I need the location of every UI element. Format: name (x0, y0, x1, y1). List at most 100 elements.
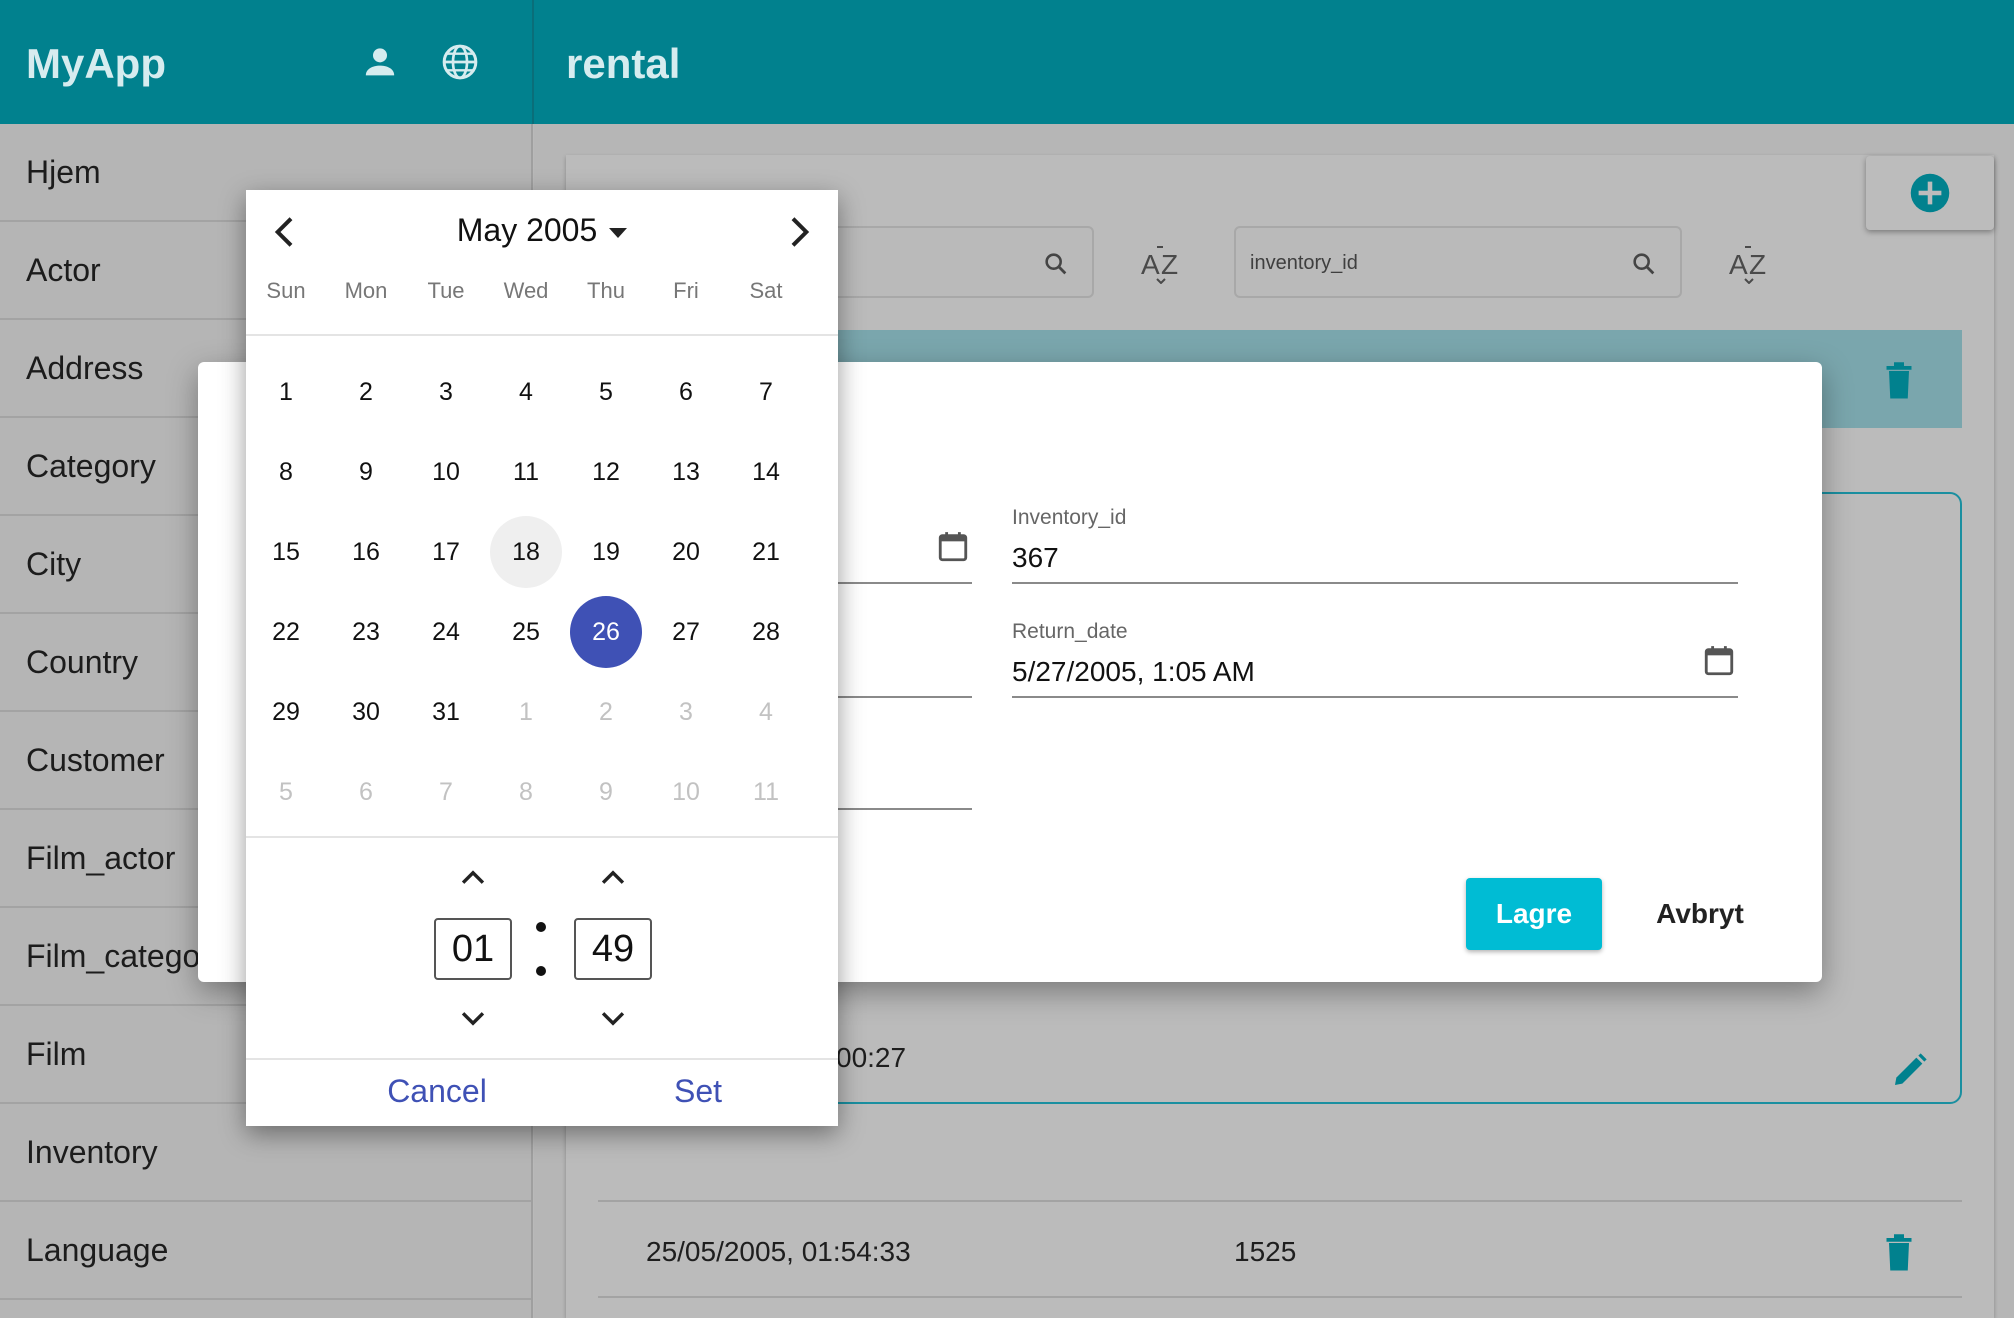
calendar-day[interactable]: 16 (330, 516, 402, 588)
calendar-day-outside: 11 (753, 777, 779, 806)
inventory-id-label: Inventory_id (1012, 506, 1127, 529)
calendar-icon[interactable] (936, 530, 970, 564)
calendar-day[interactable]: 5 (570, 356, 642, 428)
calendar-day-outside: 6 (359, 777, 373, 806)
save-button[interactable]: Lagre (1466, 878, 1602, 950)
trash-icon[interactable] (1884, 362, 1914, 400)
weekday-thu: Thu (587, 278, 625, 303)
picker-divider (246, 334, 838, 336)
calendar-day[interactable]: 21 (730, 516, 802, 588)
calendar-day[interactable]: 4 (490, 356, 562, 428)
calendar-day[interactable]: 6 (650, 356, 722, 428)
calendar-day[interactable]: 18 (490, 516, 562, 588)
calendar-day[interactable]: 20 (650, 516, 722, 588)
chevron-down-icon[interactable] (596, 1002, 630, 1036)
calendar-day[interactable]: 29 (250, 676, 322, 748)
add-button[interactable] (1866, 156, 1994, 230)
row-divider (598, 1296, 1962, 1298)
calendar-day[interactable]: 31 (410, 676, 482, 748)
month-year-selector[interactable]: May 2005 (246, 212, 838, 249)
calendar-day[interactable]: 17 (410, 516, 482, 588)
person-icon[interactable] (360, 42, 400, 82)
field-underline (1012, 582, 1738, 584)
add-circle-icon (1910, 173, 1950, 213)
calendar-day[interactable]: 28 (730, 596, 802, 668)
calendar-day[interactable]: 3 (410, 356, 482, 428)
sidebar-item-language[interactable]: Language (0, 1202, 531, 1300)
calendar-day[interactable]: 12 (570, 436, 642, 508)
sort-az-icon[interactable]: A Z (1728, 244, 1774, 284)
calendar-day-outside: 7 (439, 777, 453, 806)
search-input-inventory[interactable]: inventory_id (1234, 226, 1682, 298)
sort-az-icon[interactable]: A Z (1140, 244, 1186, 284)
page-title: rental (566, 40, 681, 87)
inventory-id-field[interactable]: Inventory_id 367 (1012, 506, 1740, 586)
calendar-day[interactable]: 1 (250, 356, 322, 428)
return-date-label: Return_date (1012, 620, 1128, 643)
svg-text:Z: Z (1749, 249, 1766, 280)
calendar-day-outside: 3 (679, 697, 693, 726)
calendar-day[interactable]: 27 (650, 596, 722, 668)
chevron-right-icon[interactable] (778, 212, 818, 252)
date-picker: May 2005 Sun Mon Tue Wed Thu Fri Sat 123… (246, 190, 838, 1126)
time-colon (536, 922, 546, 932)
chevron-down-icon[interactable] (456, 1002, 490, 1036)
weekday-wed: Wed (503, 278, 549, 303)
weekday-sun: Sun (266, 278, 306, 303)
picker-cancel-button[interactable]: Cancel (306, 1062, 568, 1120)
hour-input[interactable]: 01 (434, 918, 512, 980)
calendar-day[interactable]: 7 (730, 356, 802, 428)
chevron-up-icon[interactable] (596, 860, 630, 894)
detail-time-text: 00:27 (836, 1042, 907, 1073)
trash-icon[interactable] (1884, 1234, 1914, 1272)
field-underline (1012, 696, 1738, 698)
search-icon (1045, 253, 1067, 275)
time-colon (536, 966, 546, 976)
calendar-icon[interactable] (1702, 644, 1736, 678)
cancel-dialog-button[interactable]: Avbryt (1640, 878, 1760, 950)
search-placeholder: inventory_id (1250, 252, 1358, 274)
picker-set-button[interactable]: Set (598, 1062, 798, 1120)
chevron-up-icon[interactable] (456, 860, 490, 894)
weekday-sat: Sat (749, 278, 783, 303)
return-date-field[interactable]: Return_date 5/27/2005, 1:05 AM (1012, 620, 1740, 700)
calendar-day[interactable]: 9 (330, 436, 402, 508)
return-date-value[interactable]: 5/27/2005, 1:05 AM (1012, 656, 1255, 688)
calendar-day[interactable]: 8 (250, 436, 322, 508)
calendar-day[interactable]: 13 (650, 436, 722, 508)
calendar-day-outside: 8 (519, 777, 533, 806)
picker-divider (246, 1058, 838, 1060)
app-header: MyApp rental (0, 0, 2014, 124)
calendar-day[interactable]: 22 (250, 596, 322, 668)
calendar-day[interactable]: 15 (250, 516, 322, 588)
header-divider (532, 0, 534, 124)
caret-down-icon (609, 227, 628, 238)
calendar-day[interactable]: 30 (330, 676, 402, 748)
weekday-mon: Mon (344, 278, 388, 303)
calendar-day-outside: 2 (599, 697, 613, 726)
edit-icon[interactable] (1890, 1050, 1930, 1090)
calendar-day[interactable]: 11 (490, 436, 562, 508)
app-brand: MyApp (26, 40, 166, 87)
calendar-day[interactable]: 10 (410, 436, 482, 508)
svg-text:Z: Z (1161, 249, 1178, 280)
calendar-day-outside: 9 (599, 777, 613, 806)
calendar-day[interactable]: 25 (490, 596, 562, 668)
minute-input[interactable]: 49 (574, 918, 652, 980)
calendar-day[interactable]: 19 (570, 516, 642, 588)
row-date: 25/05/2005, 01:54:33 (646, 1236, 911, 1267)
calendar-day[interactable]: 23 (330, 596, 402, 668)
calendar-day[interactable]: 14 (730, 436, 802, 508)
svg-text:A: A (1141, 249, 1160, 280)
picker-divider (246, 836, 838, 838)
inventory-id-value[interactable]: 367 (1012, 542, 1059, 574)
month-year-label: May 2005 (456, 212, 598, 248)
row-id: 1525 (1234, 1236, 1297, 1267)
weekday-fri: Fri (673, 278, 699, 303)
calendar-day[interactable]: 26 (570, 596, 642, 668)
calendar-day-outside: 1 (519, 697, 533, 726)
globe-icon[interactable] (440, 42, 480, 82)
calendar-day[interactable]: 2 (330, 356, 402, 428)
calendar-day[interactable]: 24 (410, 596, 482, 668)
search-icon (1633, 253, 1655, 275)
